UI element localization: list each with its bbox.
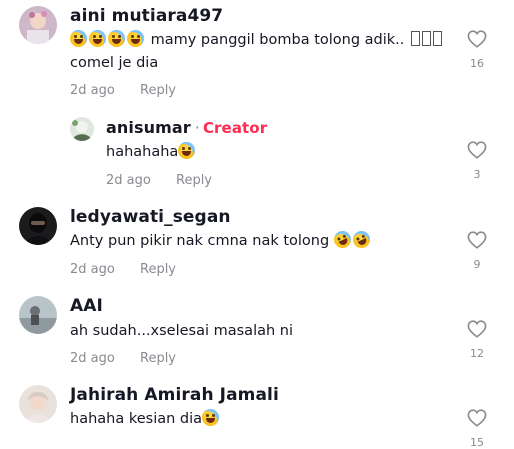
reply-button[interactable]: Reply xyxy=(140,351,176,366)
comment-username[interactable]: ledyawati_segan xyxy=(70,207,231,227)
laughing-emoji-icon xyxy=(89,30,106,47)
avatar[interactable] xyxy=(19,296,57,334)
reply-time: 2d ago xyxy=(106,173,151,188)
comment-text-content: Anty pun pikir nak cmna nak tolong xyxy=(70,233,330,249)
comment-username[interactable]: AAI xyxy=(70,296,103,316)
comment-text-line1: mamy panggil bomba tolong adik.. xyxy=(150,32,405,48)
laughing-emoji-icon xyxy=(127,30,144,47)
like-count: 12 xyxy=(470,347,484,360)
heart-outline-icon xyxy=(467,141,487,159)
laughing-emoji-icon xyxy=(178,142,196,159)
laughing-emoji-icon xyxy=(70,30,87,47)
like-count: 15 xyxy=(470,436,484,449)
comment-text-content: hahaha kesian dia xyxy=(70,411,203,427)
comment-username[interactable]: Jahirah Amirah Jamali xyxy=(70,385,279,405)
like-count: 16 xyxy=(470,57,484,70)
comment-text: Anty pun pikir nak cmna nak tolong xyxy=(70,228,373,253)
heart-outline-icon xyxy=(467,30,487,48)
like-count: 3 xyxy=(473,168,481,181)
heart-outline-icon xyxy=(467,320,487,338)
reply-button[interactable]: Reply xyxy=(140,83,176,98)
unknown-glyph-icon xyxy=(433,31,442,46)
comment-username[interactable]: aini mutiara497 xyxy=(70,6,223,26)
rofl-emoji-icon xyxy=(350,228,373,251)
comment-text-line2: comel je dia xyxy=(70,55,159,71)
like-button[interactable] xyxy=(466,409,488,427)
avatar[interactable] xyxy=(70,117,94,141)
reply-text: hahahaha xyxy=(106,141,197,164)
laughing-emoji-icon xyxy=(108,30,125,47)
heart-outline-icon xyxy=(467,231,487,249)
comment-time: 2d ago xyxy=(70,83,115,98)
grinning-sweat-emoji-icon xyxy=(202,409,220,426)
unknown-glyph-icon xyxy=(422,31,431,46)
avatar[interactable] xyxy=(19,385,57,423)
creator-badge: Creator xyxy=(202,119,268,137)
avatar[interactable] xyxy=(19,207,57,245)
like-button[interactable] xyxy=(466,30,488,48)
reply-button[interactable]: Reply xyxy=(140,262,176,277)
heart-outline-icon xyxy=(467,409,487,427)
reply-button[interactable]: Reply xyxy=(176,173,212,188)
reply-username-text[interactable]: anisumar xyxy=(106,118,191,137)
comment-text: hahaha kesian dia xyxy=(70,408,221,431)
like-button[interactable] xyxy=(466,141,488,159)
comment-time: 2d ago xyxy=(70,351,115,366)
like-button[interactable] xyxy=(466,231,488,249)
like-button[interactable] xyxy=(466,320,488,338)
unknown-glyph-icon xyxy=(411,31,420,46)
reply-text-content: hahahaha xyxy=(106,144,179,160)
comment-text: mamy panggil bomba tolong adik.. xyxy=(70,29,442,52)
comment-time: 2d ago xyxy=(70,262,115,277)
separator-dot: · xyxy=(194,118,200,137)
comment-text: ah sudah...xselesai masalah ni xyxy=(70,323,294,339)
like-count: 9 xyxy=(473,258,481,271)
avatar[interactable] xyxy=(19,6,57,44)
reply-username[interactable]: anisumar · Creator xyxy=(106,118,267,137)
rofl-emoji-icon xyxy=(331,228,354,251)
